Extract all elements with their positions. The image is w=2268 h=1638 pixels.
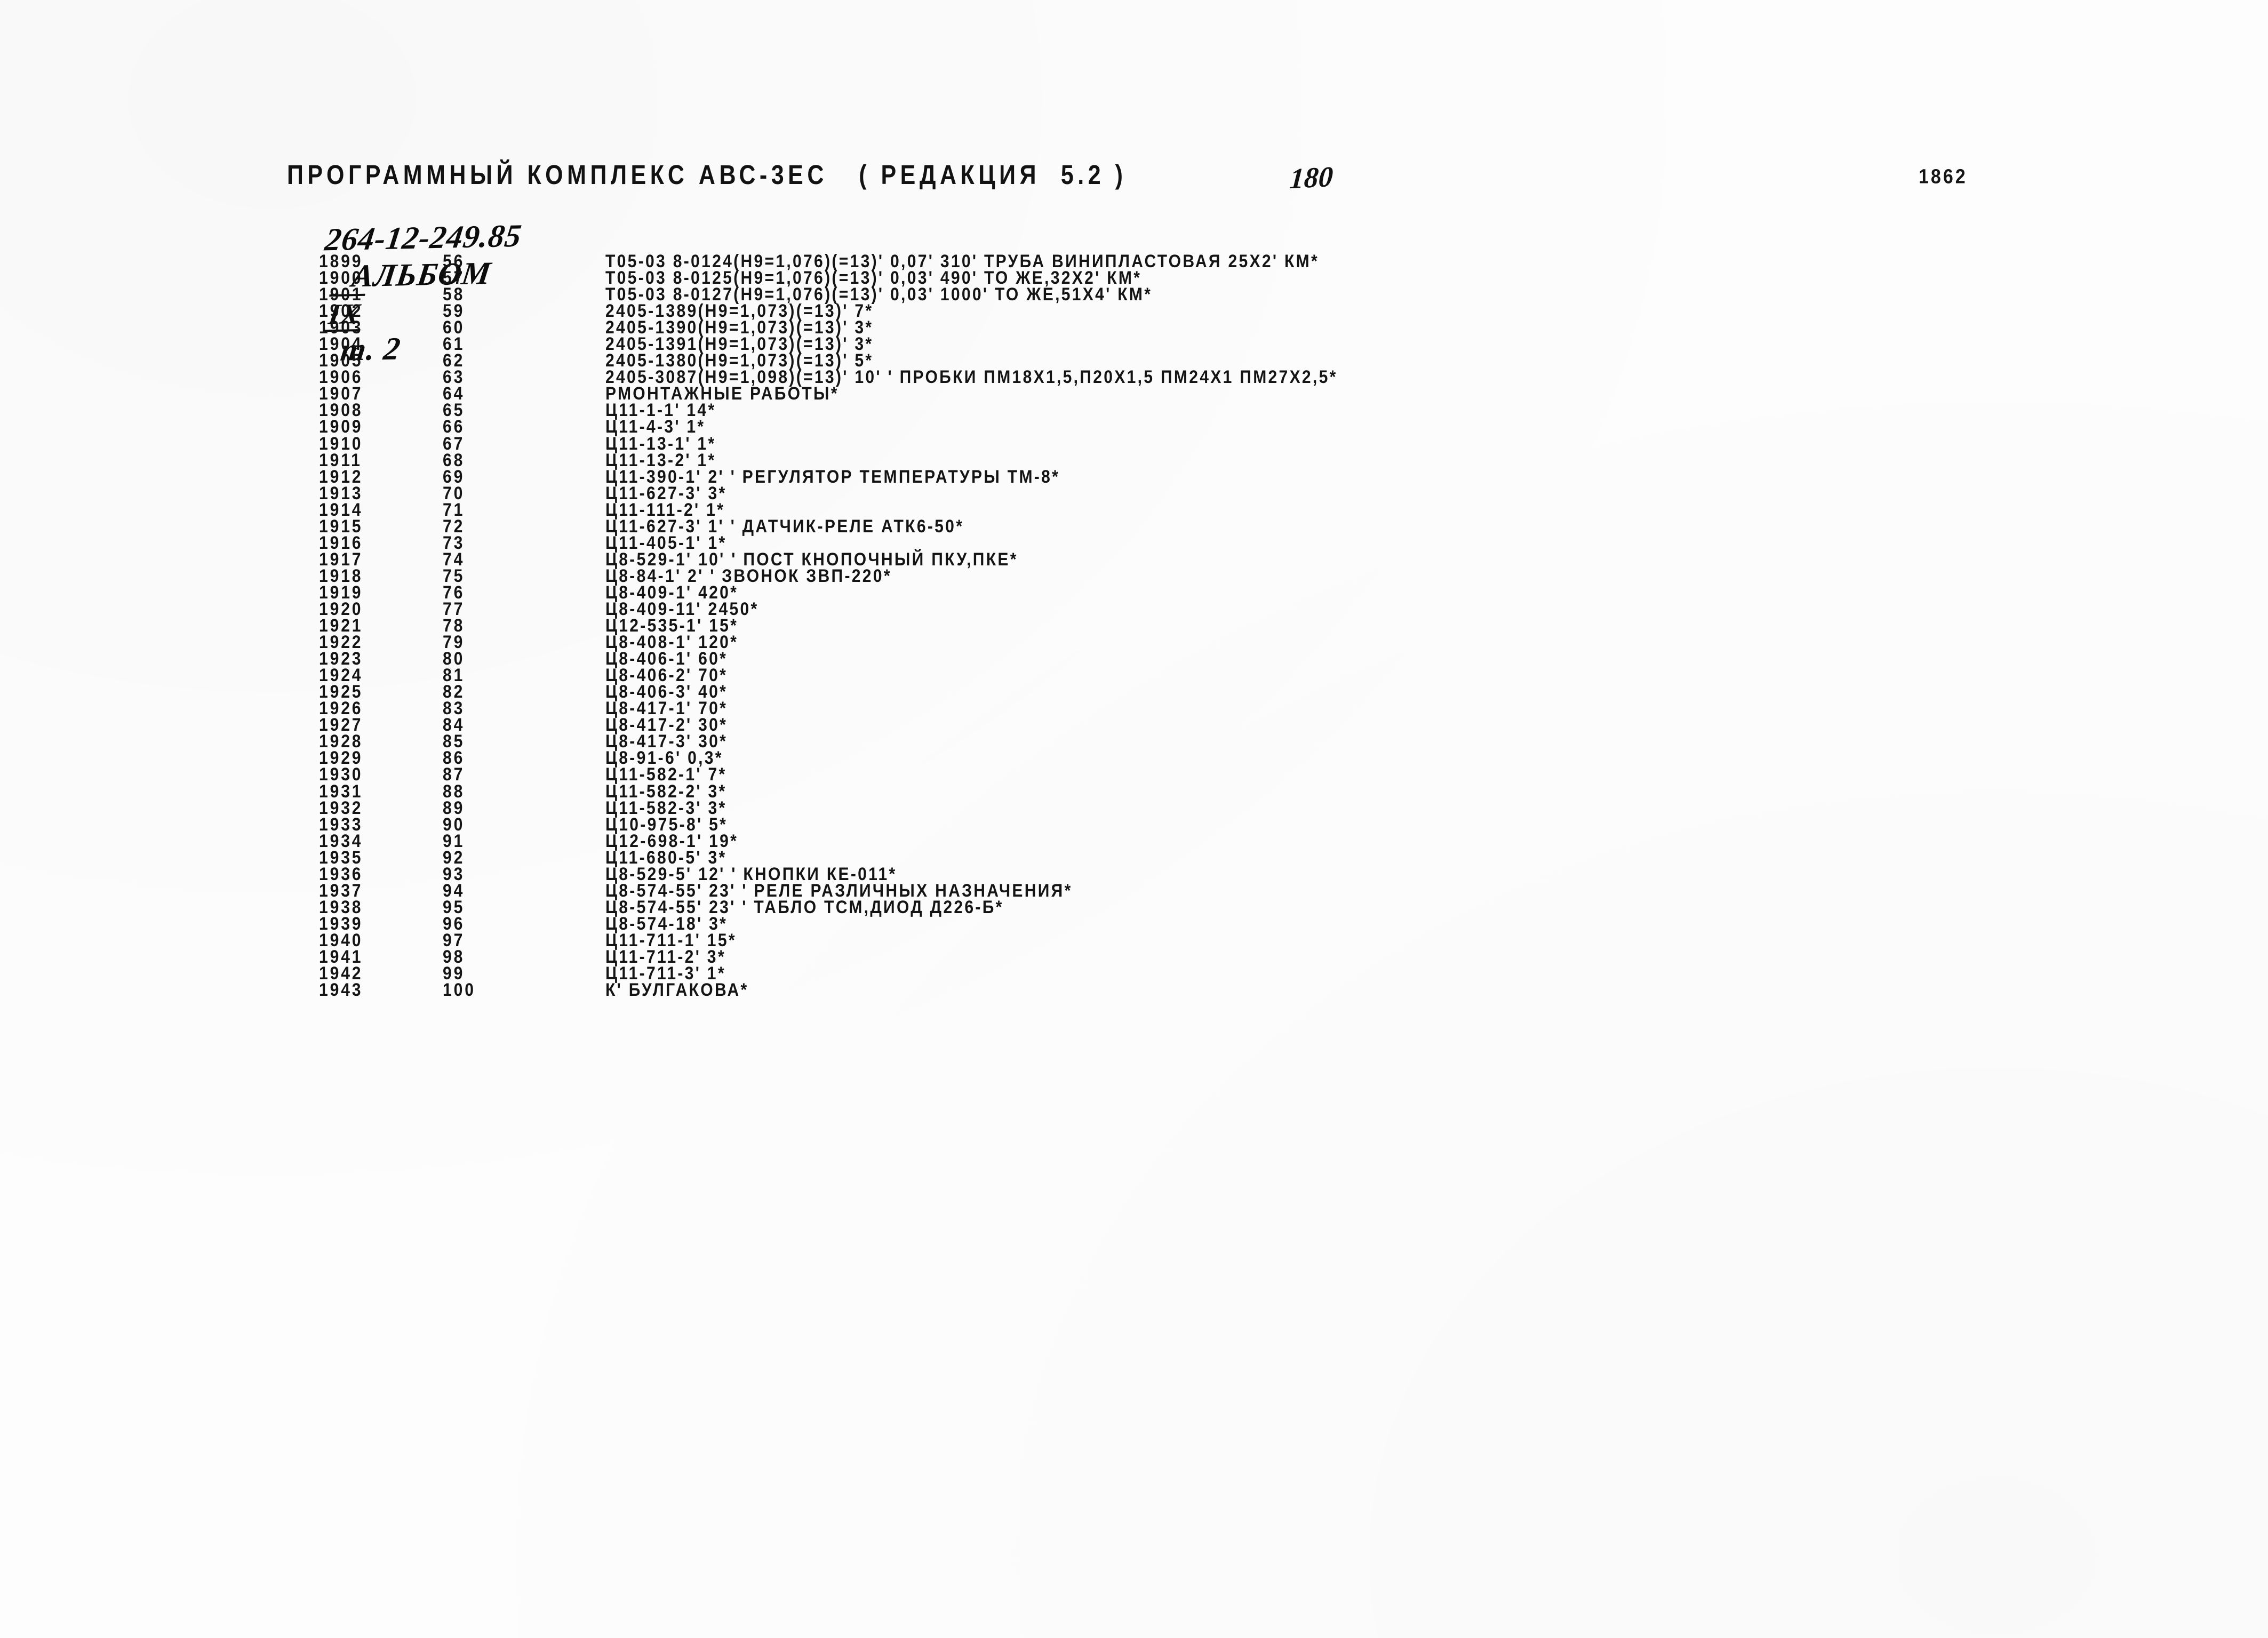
- table-row: 1901 58 Т05-03 8-0127(Н9=1,076)(=13)' 0,03…: [0, 284, 2268, 305]
- table-row: 1935 92 Ц11-680-5' 3*: [0, 847, 2268, 868]
- table-row: 1922 79 Ц8-408-1' 120*: [0, 632, 2268, 652]
- table-row: 1936 93 Ц8-529-5' 12' ' КНОПКИ КЕ-011*: [0, 864, 2268, 884]
- table-row: 1923 80 Ц8-406-1' 60*: [0, 648, 2268, 669]
- table-row: 1939 96 Ц8-574-18' 3*: [0, 913, 2268, 934]
- table-row: 1900 57 Т05-03 8-0125(Н9=1,076)(=13)' 0,03…: [0, 267, 2268, 288]
- table-row: 1925 82 Ц8-406-3' 40*: [0, 681, 2268, 702]
- page-header: ПРОГРАММНЫЙ КОМПЛЕКС АВС-3ЕС ( РЕДАКЦИЯ …: [0, 160, 2268, 367]
- table-row: 1911 68 Ц11-13-2' 1*: [0, 450, 2268, 470]
- table-row: 1924 81 Ц8-406-2' 70*: [0, 665, 2268, 685]
- scanned-printout-page: ПРОГРАММНЫЙ КОМПЛЕКС АВС-3ЕС ( РЕДАКЦИЯ …: [0, 0, 2268, 1638]
- table-row: 1902 59 2405-1389(Н9=1,073)(=13)' 7*: [0, 300, 2268, 321]
- table-row: 1908 65 Ц11-1-1' 14*: [0, 399, 2268, 420]
- table-row: 1899 56 Т05-03 8-0124(Н9=1,076)(=13)' 0,07…: [0, 251, 2268, 271]
- handwritten-page-number: 180: [1288, 160, 1335, 195]
- table-row: 1914 71 Ц11-111-2' 1*: [0, 499, 2268, 520]
- table-row: 1917 74 Ц8-529-1' 10' ' ПОСТ КНОПОЧНЫЙ ПКУ…: [0, 549, 2268, 570]
- table-row: 1915 72 Ц11-627-3' 1' ' ДАТЧИК-РЕЛЕ АТК6-5…: [0, 516, 2268, 537]
- table-row: 1920 77 Ц8-409-11' 2450*: [0, 598, 2268, 619]
- table-row: 1940 97 Ц11-711-1' 15*: [0, 930, 2268, 950]
- table-row: 1909 66 Ц11-4-3' 1*: [0, 416, 2268, 437]
- table-row: 1903 60 2405-1390(Н9=1,073)(=13)' 3*: [0, 317, 2268, 338]
- table-row: 1942 99 Ц11-711-3' 1*: [0, 963, 2268, 984]
- row-line-number: 1943: [319, 979, 363, 1000]
- table-row: 1930 87 Ц11-582-1' 7*: [0, 764, 2268, 785]
- table-row: 1919 76 Ц8-409-1' 420*: [0, 582, 2268, 603]
- resource-listing-table: 1899 56 Т05-03 8-0124(Н9=1,076)(=13)' 0,07…: [0, 251, 2268, 1000]
- table-row: 1927 84 Ц8-417-2' 30*: [0, 714, 2268, 735]
- row-sequence-number: 100: [443, 979, 476, 1000]
- table-row: 1910 67 Ц11-13-1' 1*: [0, 433, 2268, 454]
- table-row: 1907 64 РМОНТАЖНЫЕ РАБОТЫ*: [0, 383, 2268, 404]
- table-row: 1916 73 Ц11-405-1' 1*: [0, 532, 2268, 553]
- table-row: 1921 78 Ц12-535-1' 15*: [0, 615, 2268, 636]
- table-row: 1943 100 К' БУЛГАКОВА*: [0, 979, 2268, 1000]
- table-row: 1905 62 2405-1380(Н9=1,073)(=13)' 5*: [0, 350, 2268, 371]
- table-row: 1931 88 Ц11-582-2' 3*: [0, 781, 2268, 802]
- table-row: 1912 69 Ц11-390-1' 2' ' РЕГУЛЯТОР ТЕМПЕРАТ…: [0, 466, 2268, 487]
- row-resource-text: К' БУЛГАКОВА*: [605, 979, 749, 1000]
- table-row: 1928 85 Ц8-417-3' 30*: [0, 731, 2268, 752]
- table-row: 1906 63 2405-3087(Н9=1,098)(=13)' 10' ' ПР…: [0, 366, 2268, 387]
- table-row: 1938 95 Ц8-574-55' 23' ' ТАБЛО ТСМ,ДИОД Д2…: [0, 897, 2268, 917]
- table-row: 1913 70 Ц11-627-3' 3*: [0, 483, 2268, 504]
- corner-document-number: 1862: [1919, 165, 1968, 188]
- table-row: 1933 90 Ц10-975-8' 5*: [0, 814, 2268, 835]
- table-row: 1937 94 Ц8-574-55' 23' ' РЕЛЕ РАЗЛИЧНЫХ НА…: [0, 880, 2268, 901]
- table-row: 1932 89 Ц11-582-3' 3*: [0, 797, 2268, 818]
- table-row: 1904 61 2405-1391(Н9=1,073)(=13)' 3*: [0, 333, 2268, 354]
- table-row: 1934 91 Ц12-698-1' 19*: [0, 830, 2268, 851]
- table-row: 1941 98 Ц11-711-2' 3*: [0, 946, 2268, 967]
- table-row: 1918 75 Ц8-84-1' 2' ' ЗВОНОК ЗВП-220*: [0, 565, 2268, 586]
- table-row: 1926 83 Ц8-417-1' 70*: [0, 698, 2268, 718]
- table-row: 1929 86 Ц8-91-6' 0,3*: [0, 747, 2268, 768]
